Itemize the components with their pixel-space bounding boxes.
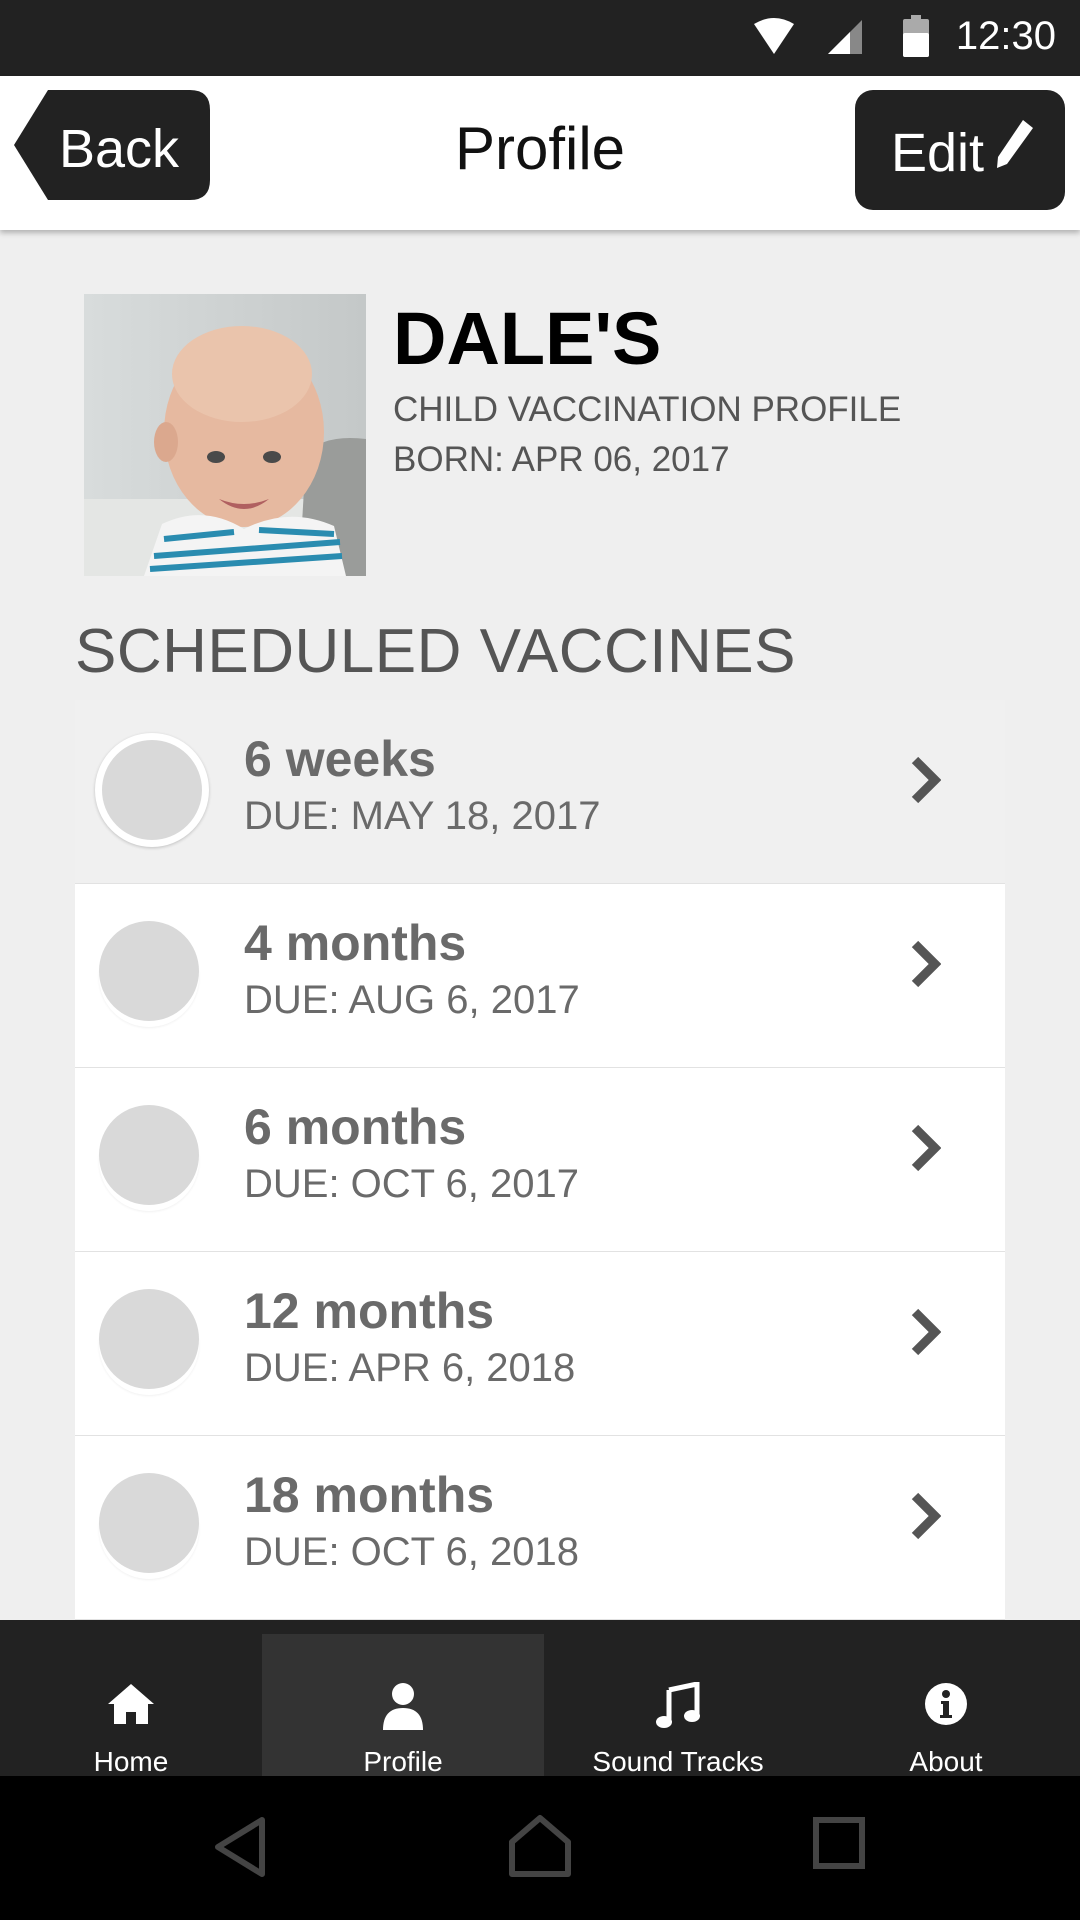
vaccine-age: 6 weeks xyxy=(244,731,436,787)
tab-home-label: Home xyxy=(93,1746,169,1777)
vaccine-item[interactable]: 6 weeks DUE: MAY 18, 2017 xyxy=(75,700,1005,884)
vaccine-item[interactable]: 4 months DUE: AUG 6, 2017 xyxy=(75,884,1005,1068)
chevron-right-icon xyxy=(911,940,941,988)
person-icon xyxy=(383,1683,423,1730)
clock-time: 12:30 xyxy=(955,14,1056,58)
vaccine-item[interactable]: 6 months DUE: OCT 6, 2017 xyxy=(75,1068,1005,1252)
vaccine-due-date: DUE: APR 6, 2018 xyxy=(244,1346,576,1390)
vaccine-item[interactable]: 18 months DUE: OCT 6, 2018 xyxy=(75,1436,1005,1620)
status-circle xyxy=(99,1105,199,1205)
info-icon xyxy=(925,1683,967,1725)
child-photo xyxy=(84,294,366,576)
vaccine-due-date: DUE: OCT 6, 2018 xyxy=(244,1530,579,1574)
bottom-nav: Home Profile Sound Tracks About xyxy=(0,1620,1080,1777)
status-circle xyxy=(99,1289,199,1389)
status-circle xyxy=(99,1473,199,1573)
system-nav-bar xyxy=(0,1776,1080,1920)
status-circle xyxy=(99,921,199,1021)
tab-profile-label: Profile xyxy=(363,1746,443,1777)
edit-button[interactable]: Edit xyxy=(855,90,1065,210)
status-circle xyxy=(95,733,209,847)
vaccine-age: 18 months xyxy=(244,1467,495,1523)
vaccine-due-date: DUE: AUG 6, 2017 xyxy=(244,978,580,1022)
home-outline-icon[interactable] xyxy=(508,1814,572,1880)
music-note-icon xyxy=(656,1682,700,1728)
vaccine-age: 6 months xyxy=(244,1099,467,1155)
back-triangle-icon[interactable] xyxy=(210,1814,270,1880)
vaccine-due-date: DUE: MAY 18, 2017 xyxy=(244,794,601,838)
section-title: SCHEDULED VACCINES xyxy=(75,617,797,686)
battery-icon xyxy=(903,15,929,57)
tab-sound-tracks-label: Sound Tracks xyxy=(592,1746,764,1777)
home-icon xyxy=(108,1684,154,1724)
pencil-icon xyxy=(997,120,1033,168)
wifi-icon xyxy=(754,18,794,54)
edit-button-label: Edit xyxy=(891,123,985,183)
vaccine-list: 6 weeks DUE: MAY 18, 2017 4 months DUE: … xyxy=(75,700,1005,1620)
tab-about-label: About xyxy=(909,1746,983,1777)
status-bar: 12:30 xyxy=(0,0,1080,76)
vaccine-age: 4 months xyxy=(244,915,467,971)
tab-profile[interactable]: Profile xyxy=(262,1634,544,1777)
vaccine-due-date: DUE: OCT 6, 2017 xyxy=(244,1162,579,1206)
vaccine-age: 12 months xyxy=(244,1283,495,1339)
vaccine-item[interactable]: 12 months DUE: APR 6, 2018 xyxy=(75,1252,1005,1436)
cell-signal-icon xyxy=(828,20,862,54)
chevron-right-icon xyxy=(911,1492,941,1540)
birth-date: BORN: APR 06, 2017 xyxy=(393,440,730,479)
tab-about[interactable]: About xyxy=(812,1634,1080,1777)
chevron-right-icon xyxy=(911,1308,941,1356)
profile-subtitle: CHILD VACCINATION PROFILE xyxy=(393,390,902,429)
chevron-right-icon xyxy=(911,1124,941,1172)
recents-square-icon[interactable] xyxy=(812,1814,868,1870)
tab-sound-tracks[interactable]: Sound Tracks xyxy=(544,1634,812,1777)
child-name: DALE'S xyxy=(393,297,662,380)
chevron-right-icon xyxy=(911,756,941,804)
app-header: Back Profile Edit xyxy=(0,76,1080,230)
tab-home[interactable]: Home xyxy=(0,1634,262,1777)
